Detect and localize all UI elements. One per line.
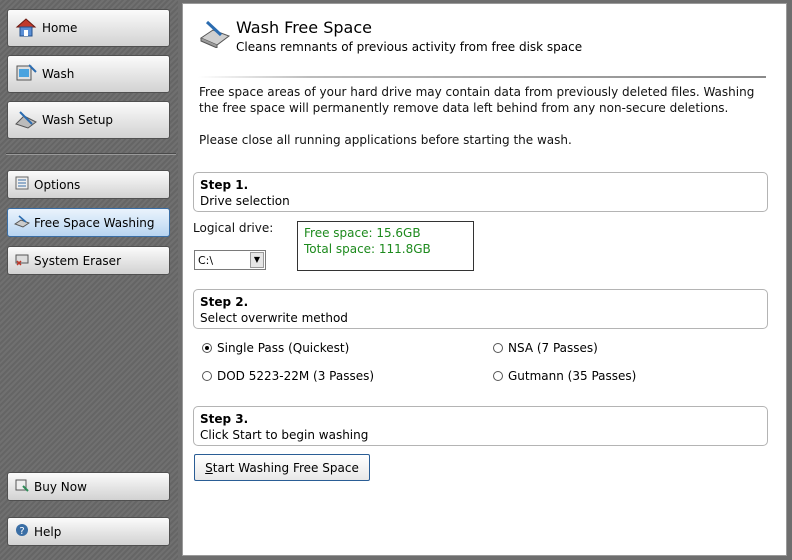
intro-text-line3: Please close all running applications be… bbox=[199, 133, 572, 147]
sidebar-item-label: Options bbox=[34, 177, 81, 192]
sidebar-item-options[interactable]: Options bbox=[7, 170, 170, 199]
sidebar-item-wash[interactable]: Wash bbox=[7, 55, 170, 93]
step1-heading: Step 1. bbox=[200, 178, 249, 192]
sidebar-item-label: Buy Now bbox=[34, 479, 87, 494]
buy-now-icon bbox=[14, 477, 30, 496]
sidebar-item-label: Home bbox=[42, 21, 78, 35]
sidebar-item-help[interactable]: ? Help bbox=[7, 517, 170, 546]
intro-text-line1: Free space areas of your hard drive may … bbox=[199, 85, 755, 99]
radio-button[interactable] bbox=[493, 343, 503, 353]
logical-drive-value: C:\ bbox=[198, 254, 214, 267]
wash-icon bbox=[14, 62, 38, 87]
page-subtitle: Cleans remnants of previous activity fro… bbox=[236, 40, 583, 54]
radio-button[interactable] bbox=[202, 371, 212, 381]
radio-dod[interactable]: DOD 5223-22M (3 Passes) bbox=[202, 369, 374, 383]
step2-heading: Step 2. bbox=[200, 295, 249, 309]
free-space-icon bbox=[13, 213, 31, 232]
radio-single-pass[interactable]: Single Pass (Quickest) bbox=[202, 341, 349, 355]
sidebar-item-label: Help bbox=[34, 524, 62, 539]
intro-text-line2: the free space will permanently remove d… bbox=[199, 101, 729, 115]
header-separator bbox=[198, 76, 766, 78]
step2-box: Step 2. Select overwrite method bbox=[193, 289, 768, 329]
options-icon bbox=[14, 175, 30, 194]
sidebar-item-free-space-washing[interactable]: Free Space Washing bbox=[7, 208, 170, 237]
drive-info-box: Free space: 15.6GB Total space: 111.8GB bbox=[297, 221, 474, 271]
help-icon: ? bbox=[14, 522, 30, 541]
sidebar-item-buy-now[interactable]: Buy Now bbox=[7, 472, 170, 501]
step3-heading: Step 3. bbox=[200, 412, 249, 426]
radio-button-checked[interactable] bbox=[202, 343, 212, 353]
home-icon bbox=[14, 16, 38, 41]
step1-desc: Drive selection bbox=[200, 194, 290, 208]
step3-desc: Click Start to begin washing bbox=[200, 428, 369, 442]
free-space-text: Free space: 15.6GB bbox=[304, 226, 421, 240]
step1-box: Step 1. Drive selection bbox=[193, 172, 768, 212]
radio-label: DOD 5223-22M (3 Passes) bbox=[217, 369, 375, 383]
radio-button[interactable] bbox=[493, 371, 503, 381]
logical-drive-label: Logical drive: bbox=[193, 221, 274, 235]
sidebar-item-label: System Eraser bbox=[34, 253, 121, 268]
radio-nsa[interactable]: NSA (7 Passes) bbox=[493, 341, 598, 355]
logical-drive-select[interactable]: C:\ ▼ bbox=[194, 250, 266, 270]
start-washing-button[interactable]: Start Washing Free Space bbox=[194, 454, 370, 481]
sidebar: Home Wash Wash Setup Options Free Space … bbox=[0, 0, 178, 560]
step2-desc: Select overwrite method bbox=[200, 311, 348, 325]
page-title: Wash Free Space bbox=[236, 18, 372, 37]
svg-text:?: ? bbox=[19, 526, 24, 537]
radio-label: Gutmann (35 Passes) bbox=[508, 369, 637, 383]
chevron-down-icon[interactable]: ▼ bbox=[250, 252, 264, 268]
radio-gutmann[interactable]: Gutmann (35 Passes) bbox=[493, 369, 636, 383]
sidebar-item-system-eraser[interactable]: System Eraser bbox=[7, 246, 170, 275]
start-button-label: tart Washing Free Space bbox=[212, 460, 359, 475]
sidebar-item-label: Wash Setup bbox=[42, 113, 114, 127]
start-button-mnemonic: S bbox=[205, 460, 213, 475]
radio-label: NSA (7 Passes) bbox=[508, 341, 598, 355]
sidebar-item-wash-setup[interactable]: Wash Setup bbox=[7, 101, 170, 139]
radio-label: Single Pass (Quickest) bbox=[217, 341, 350, 355]
sidebar-item-home[interactable]: Home bbox=[7, 9, 170, 47]
step3-box: Step 3. Click Start to begin washing bbox=[193, 406, 768, 446]
sidebar-item-label: Free Space Washing bbox=[34, 215, 155, 230]
sidebar-item-label: Wash bbox=[42, 67, 75, 81]
system-eraser-icon bbox=[14, 251, 30, 270]
sidebar-divider bbox=[6, 153, 176, 155]
wash-setup-icon bbox=[14, 108, 38, 133]
wash-free-space-icon bbox=[199, 18, 231, 51]
total-space-text: Total space: 111.8GB bbox=[304, 242, 431, 256]
